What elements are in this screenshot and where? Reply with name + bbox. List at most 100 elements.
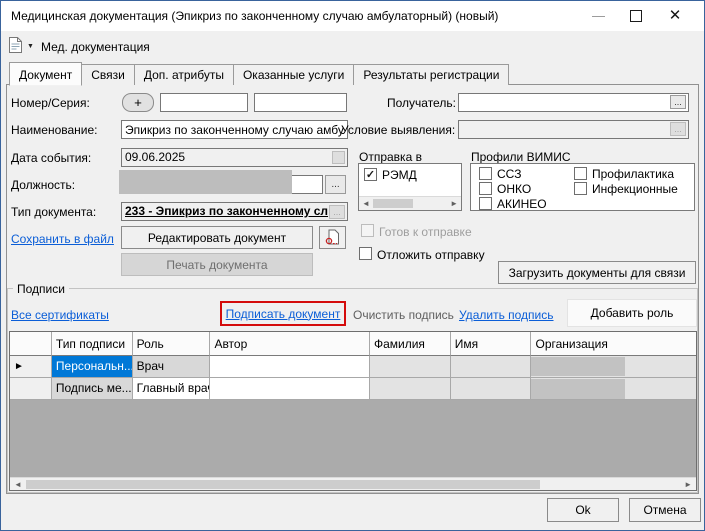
send-to-label: Отправка в xyxy=(359,150,422,164)
onko-label: ОНКО xyxy=(497,182,531,196)
recipient-lookup-button[interactable]: ... xyxy=(670,95,686,109)
vimis-profiles-label: Профили ВИМИС xyxy=(471,150,571,164)
add-number-button[interactable]: + xyxy=(122,93,154,112)
cell-signature-type[interactable]: Персональн... xyxy=(52,356,133,378)
number-input-1[interactable] xyxy=(160,93,248,112)
table-row: Подпись ме... Главный врач xyxy=(10,378,696,400)
tab-extra-attributes[interactable]: Доп. атрибуты xyxy=(134,64,234,85)
add-role-button[interactable]: Добавить роль xyxy=(567,299,697,327)
document-type-label: Тип документа: xyxy=(11,205,96,219)
tab-links[interactable]: Связи xyxy=(81,64,135,85)
document-type-value: 233 - Эпикриз по законченному сл xyxy=(125,204,328,218)
cancel-button[interactable]: Отмена xyxy=(629,498,701,522)
scroll-right-icon[interactable]: ► xyxy=(450,198,458,209)
header-selector xyxy=(10,332,52,356)
tab-provided-services[interactable]: Оказанные услуги xyxy=(233,64,354,85)
save-to-file-link[interactable]: Сохранить в файл xyxy=(11,232,114,246)
ssz-checkbox[interactable] xyxy=(479,167,492,180)
akineo-checkbox[interactable] xyxy=(479,197,492,210)
dropdown-caret-icon[interactable]: ▼ xyxy=(27,43,34,50)
scroll-right-icon[interactable]: ► xyxy=(684,479,692,490)
recipient-label: Получатель: xyxy=(387,96,455,110)
row-selector[interactable]: ► xyxy=(10,356,52,378)
document-type-input: 233 - Эпикриз по законченному сл ... xyxy=(121,202,348,221)
signed-document-icon xyxy=(325,234,340,248)
organization-redacted-value xyxy=(531,379,625,399)
medical-document-dialog: Медицинская документация (Эпикриз по зак… xyxy=(0,0,705,531)
cell-name[interactable] xyxy=(451,356,532,378)
toolbar-menu-label[interactable]: Мед. документация xyxy=(41,40,150,54)
date-picker-button xyxy=(332,151,345,164)
header-name[interactable]: Имя xyxy=(451,332,532,356)
cell-author[interactable] xyxy=(210,356,370,378)
close-button[interactable]: ✕ xyxy=(658,1,692,31)
scroll-left-icon[interactable]: ◄ xyxy=(362,198,370,209)
edit-document-button[interactable]: Редактировать документ xyxy=(121,226,313,249)
cell-organization[interactable] xyxy=(531,356,696,378)
row-selector[interactable] xyxy=(10,378,52,400)
header-role[interactable]: Роль xyxy=(133,332,211,356)
event-date-input: 09.06.2025 xyxy=(121,148,348,167)
ssz-label: ССЗ xyxy=(497,167,521,181)
tab-document[interactable]: Документ xyxy=(9,62,82,86)
sign-document-link[interactable]: Подписать документ xyxy=(226,307,341,321)
postpone-send-label: Отложить отправку xyxy=(377,248,485,262)
signatures-group-label: Подписи xyxy=(13,282,69,296)
postpone-send-checkbox[interactable] xyxy=(359,247,372,260)
name-input[interactable] xyxy=(121,120,348,139)
position-lookup-button[interactable]: ... xyxy=(325,175,346,194)
table-scroll-thumb[interactable] xyxy=(26,480,540,489)
position-redacted-value xyxy=(119,170,292,194)
number-input-2[interactable] xyxy=(254,93,347,112)
cell-signature-type[interactable]: Подпись ме... xyxy=(52,378,133,400)
cell-surname[interactable] xyxy=(370,378,451,400)
scroll-left-icon[interactable]: ◄ xyxy=(14,479,22,490)
ready-to-send-label: Готов к отправке xyxy=(379,225,472,239)
table-scrollbar[interactable]: ◄ ► xyxy=(10,477,696,490)
event-date-value: 09.06.2025 xyxy=(125,150,185,164)
sign-document-highlight: Подписать документ xyxy=(220,301,346,326)
header-organization[interactable]: Организация xyxy=(531,332,696,356)
cell-name[interactable] xyxy=(451,378,532,400)
document-menu-icon[interactable] xyxy=(8,36,23,57)
clear-signature-link: Очистить подпись xyxy=(353,308,454,322)
cell-surname[interactable] xyxy=(370,356,451,378)
cell-role[interactable]: Врач xyxy=(133,356,211,378)
header-author[interactable]: Автор xyxy=(210,332,370,356)
table-row: ► Персональн... Врач xyxy=(10,356,696,378)
delete-signature-link[interactable]: Удалить подпись xyxy=(459,308,554,322)
remd-checkbox[interactable]: ✓ xyxy=(364,168,377,181)
document-type-lookup-button: ... xyxy=(329,205,345,219)
send-to-scroll-thumb[interactable] xyxy=(373,199,413,208)
organization-redacted-value xyxy=(531,357,625,376)
ready-to-send-checkbox xyxy=(361,224,374,237)
signatures-table: Тип подписи Роль Автор Фамилия Имя Орган… xyxy=(9,331,697,491)
ok-button[interactable]: Ok xyxy=(547,498,619,522)
onko-checkbox[interactable] xyxy=(479,182,492,195)
recipient-input[interactable]: ... xyxy=(458,93,689,112)
vimis-profiles-listbox: ССЗ ОНКО АКИНЕО Профилактика Инфекционны… xyxy=(470,163,695,211)
print-document-button: Печать документа xyxy=(121,253,313,276)
header-surname[interactable]: Фамилия xyxy=(370,332,451,356)
condition-lookup-button: ... xyxy=(670,122,686,136)
tab-strip: Документ Связи Доп. атрибуты Оказанные у… xyxy=(9,61,508,85)
remd-label: РЭМД xyxy=(382,168,417,182)
cell-author[interactable] xyxy=(210,378,370,400)
send-to-scrollbar[interactable]: ◄ ► xyxy=(359,196,461,210)
toolbar: ▼ Мед. документация xyxy=(1,31,704,59)
sign-settings-button[interactable] xyxy=(319,226,346,249)
akineo-label: АКИНЕО xyxy=(497,197,547,211)
prophylaxis-checkbox[interactable] xyxy=(574,167,587,180)
position-label: Должность: xyxy=(11,178,75,192)
load-documents-button[interactable]: Загрузить документы для связи xyxy=(498,261,696,284)
maximize-button[interactable] xyxy=(620,1,654,31)
minimize-icon xyxy=(592,16,605,17)
cell-role[interactable]: Главный врач xyxy=(133,378,211,400)
prophylaxis-label: Профилактика xyxy=(592,167,674,181)
maximize-icon xyxy=(630,10,642,22)
header-signature-type[interactable]: Тип подписи xyxy=(52,332,133,356)
tab-registration-results[interactable]: Результаты регистрации xyxy=(353,64,509,85)
all-certificates-link[interactable]: Все сертификаты xyxy=(11,308,109,322)
infectious-checkbox[interactable] xyxy=(574,182,587,195)
cell-organization[interactable] xyxy=(531,378,696,400)
